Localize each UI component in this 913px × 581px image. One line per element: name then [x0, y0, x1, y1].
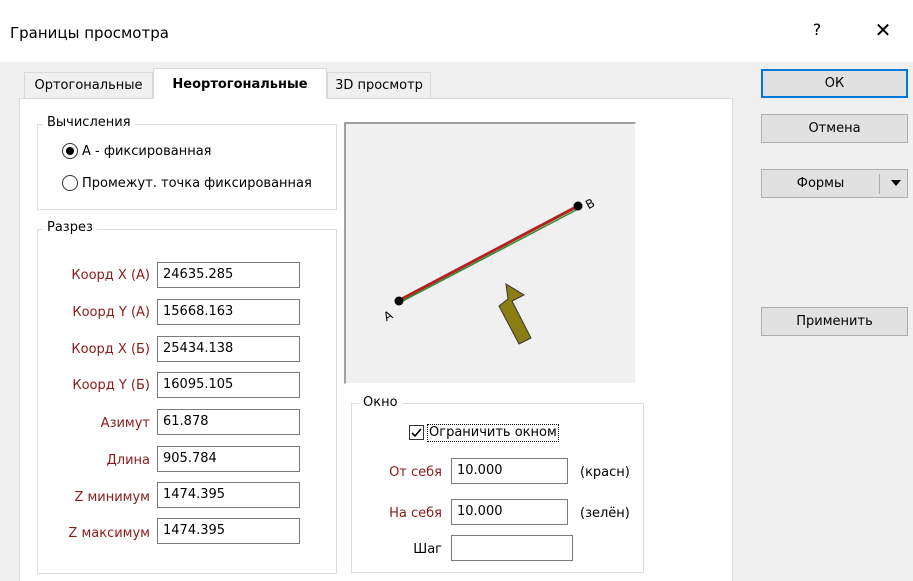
point-a-marker — [394, 296, 404, 306]
point-b-marker — [573, 201, 583, 211]
cancel-button-label: Отмена — [808, 121, 861, 136]
azimuth-field[interactable]: 61.878 — [157, 409, 300, 435]
z-min-field[interactable]: 1474.395 — [157, 482, 300, 508]
section-preview[interactable]: A B — [344, 122, 636, 384]
to-self-label: На себя — [389, 506, 442, 521]
apply-button[interactable]: Применить — [761, 307, 908, 336]
azimuth-label: Азимут — [100, 416, 150, 431]
calc-group — [37, 124, 337, 210]
z-min-label: Z минимум — [74, 490, 150, 505]
z-max-label: Z максимум — [68, 526, 150, 541]
title-bar: Границы просмотра ? ✕ — [0, 0, 913, 62]
to-self-field[interactable]: 10.000 — [451, 499, 568, 525]
forms-split-button[interactable]: Формы — [761, 169, 908, 198]
section-group-title: Разрез — [43, 220, 97, 235]
coord-x-b-label: Коорд X (Б) — [71, 342, 150, 357]
radio-intermediate-fixed-indicator[interactable] — [62, 175, 78, 191]
z-max-field[interactable]: 1474.395 — [157, 518, 300, 544]
limit-window-label[interactable]: Ограничить окном — [427, 424, 559, 442]
radio-intermediate-fixed-label: Промежут. точка фиксированная — [82, 175, 312, 191]
limit-window-checkbox[interactable] — [409, 425, 424, 440]
dropdown-arrow-icon[interactable] — [891, 180, 901, 186]
radio-a-fixed-indicator[interactable] — [62, 143, 78, 159]
radio-a-fixed[interactable]: А - фиксированная — [62, 143, 211, 159]
forms-button-label: Формы — [796, 176, 845, 191]
tab-3d-view[interactable]: 3D просмотр — [327, 72, 431, 98]
length-field[interactable]: 905.784 — [157, 446, 300, 472]
radio-a-fixed-label: А - фиксированная — [82, 143, 212, 159]
ok-button[interactable]: ОК — [761, 69, 908, 98]
coord-y-b-field[interactable]: 16095.105 — [157, 372, 300, 398]
window-group-title: Окно — [359, 395, 402, 410]
view-bounds-dialog: Границы просмотра ? ✕ Ортогональные Неор… — [0, 0, 913, 581]
to-self-unit: (зелён) — [580, 506, 630, 521]
coord-x-a-label: Коорд X (А) — [71, 268, 150, 283]
step-field[interactable] — [451, 535, 573, 561]
view-direction-arrow-icon — [498, 283, 532, 345]
cancel-button[interactable]: Отмена — [761, 114, 908, 143]
help-button[interactable]: ? — [802, 20, 832, 39]
section-line-green — [398, 207, 581, 304]
step-label: Шаг — [413, 542, 442, 557]
coord-x-a-field[interactable]: 24635.285 — [157, 262, 300, 288]
length-label: Длина — [106, 453, 150, 468]
coord-x-b-field[interactable]: 25434.138 — [157, 336, 300, 362]
radio-intermediate-fixed[interactable]: Промежут. точка фиксированная — [62, 175, 312, 191]
coord-y-a-field[interactable]: 15668.163 — [157, 299, 300, 325]
checkmark-icon — [411, 428, 422, 438]
calc-group-title: Вычисления — [43, 115, 135, 130]
from-self-field[interactable]: 10.000 — [451, 458, 568, 484]
close-button[interactable]: ✕ — [866, 18, 900, 42]
section-line-red — [397, 204, 579, 303]
preview-canvas: A B — [381, 196, 597, 345]
coord-y-b-label: Коорд Y (Б) — [72, 378, 150, 393]
tab-orthogonal[interactable]: Ортогональные — [24, 72, 153, 98]
ok-button-label: ОК — [824, 76, 845, 91]
point-a-label: A — [381, 307, 396, 324]
from-self-unit: (красн) — [580, 465, 630, 480]
dialog-title: Границы просмотра — [10, 24, 169, 42]
coord-y-a-label: Коорд Y (А) — [72, 305, 150, 320]
split-separator — [879, 174, 880, 194]
tab-non-orthogonal[interactable]: Неортогональные — [153, 68, 327, 99]
point-b-label: B — [583, 196, 597, 212]
apply-button-label: Применить — [796, 314, 873, 329]
from-self-label: От себя — [389, 465, 442, 480]
